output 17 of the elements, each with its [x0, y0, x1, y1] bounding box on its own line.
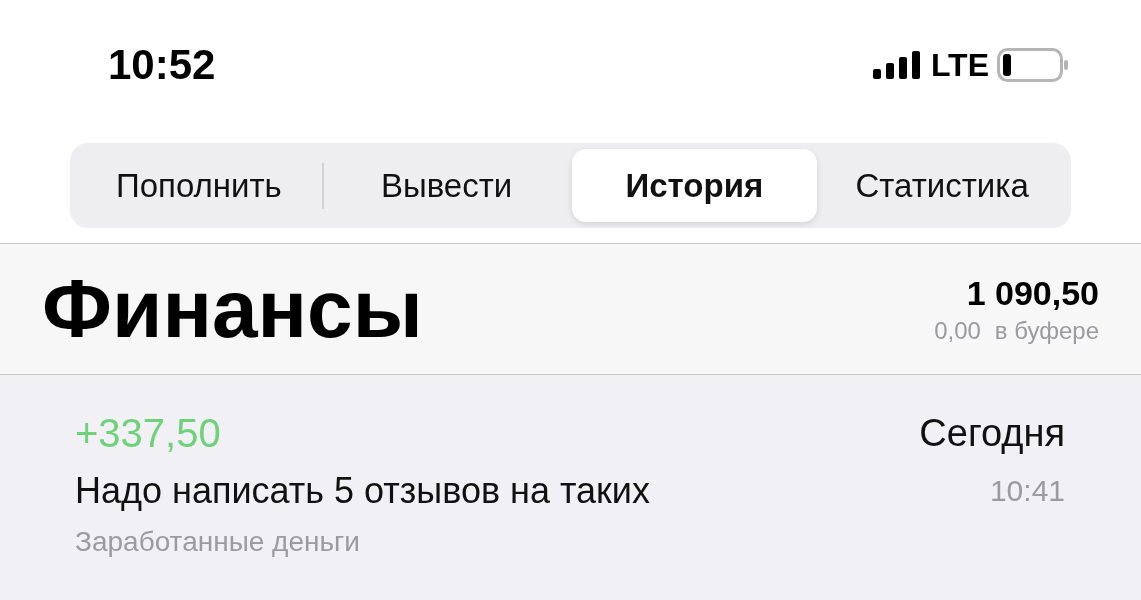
buffer-label: в буфере	[994, 316, 1099, 345]
transaction-date: Сегодня	[919, 412, 1065, 455]
segment-tab[interactable]: История	[571, 149, 818, 222]
transaction-category: Заработанные деньги	[75, 526, 361, 558]
segment-tab[interactable]: Статистика	[819, 149, 1065, 222]
segment-tab[interactable]: Вывести	[323, 149, 570, 222]
transaction-amount: +337,50	[75, 411, 221, 456]
buffer-amount: 0,00	[934, 316, 981, 345]
battery-icon	[997, 48, 1069, 82]
segment-tab[interactable]: Пополнить	[76, 149, 322, 222]
transaction-time: 10:41	[989, 474, 1065, 508]
balance-amount: 1 090,50	[966, 273, 1099, 313]
network-label: LTE	[930, 46, 989, 84]
signal-icon	[872, 51, 923, 79]
page-title: Финансы	[42, 262, 423, 356]
transaction-description: Надо написать 5 отзывов на таких	[75, 470, 650, 512]
status-time: 10:52	[108, 41, 216, 89]
